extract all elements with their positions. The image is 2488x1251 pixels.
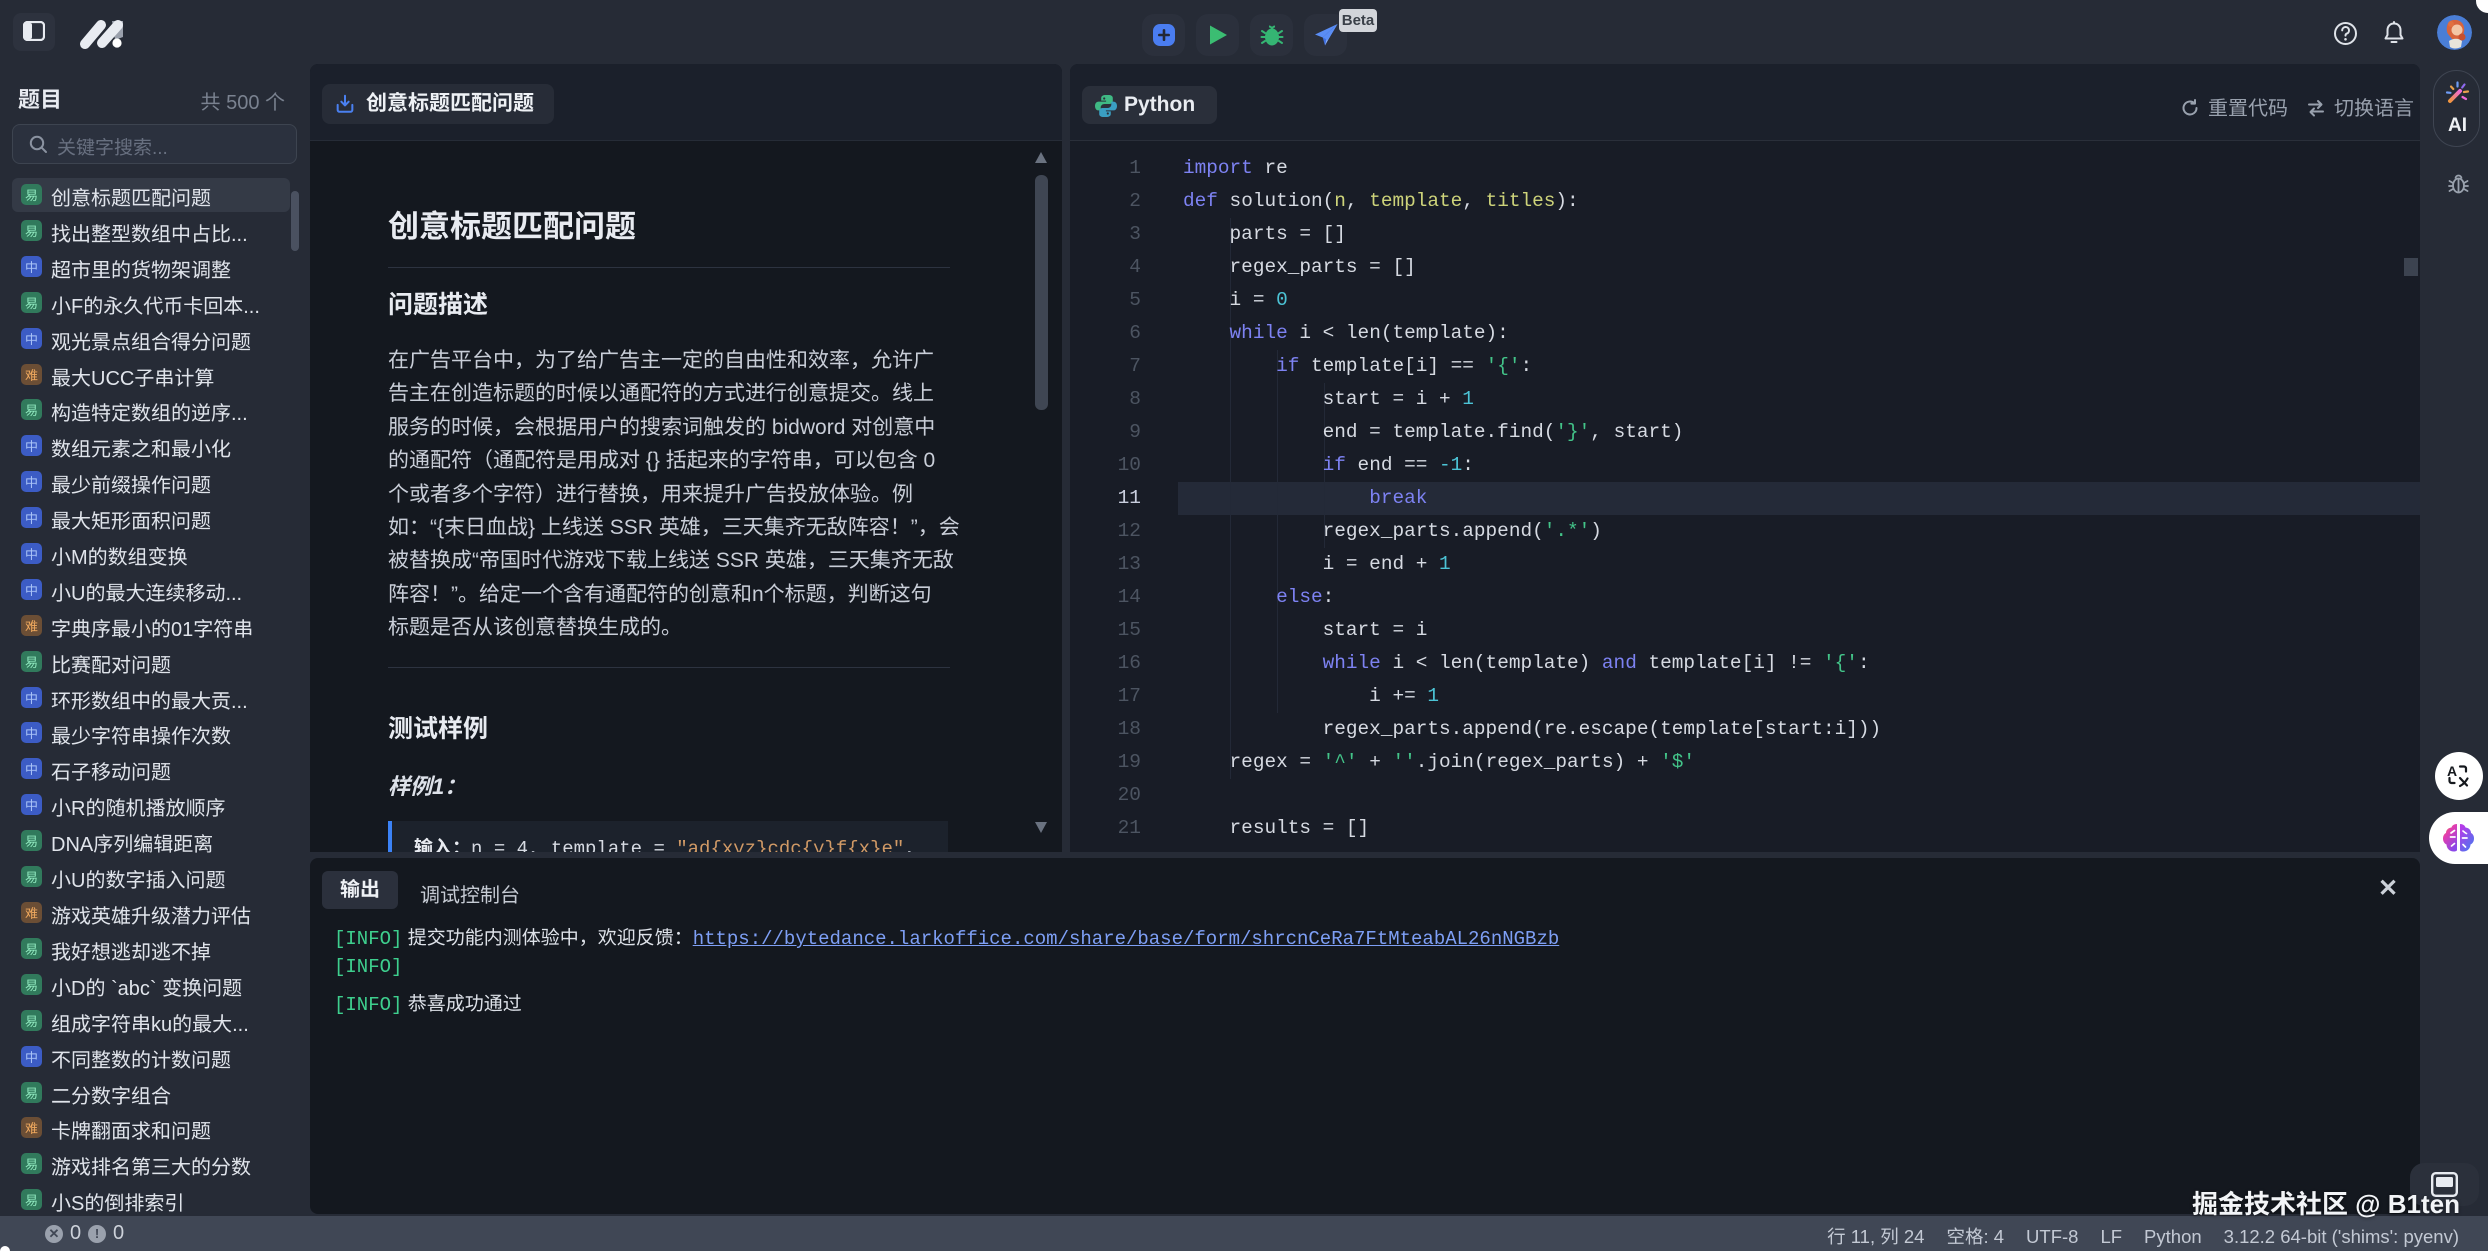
svg-text:A: A [2447, 763, 2457, 779]
